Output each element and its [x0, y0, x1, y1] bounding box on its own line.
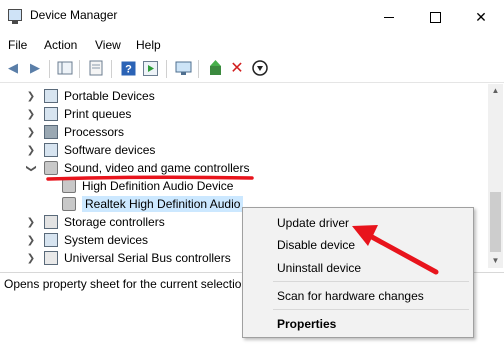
annotation-arrow [369, 234, 439, 275]
annotation-arrow-overlay [352, 225, 439, 275]
